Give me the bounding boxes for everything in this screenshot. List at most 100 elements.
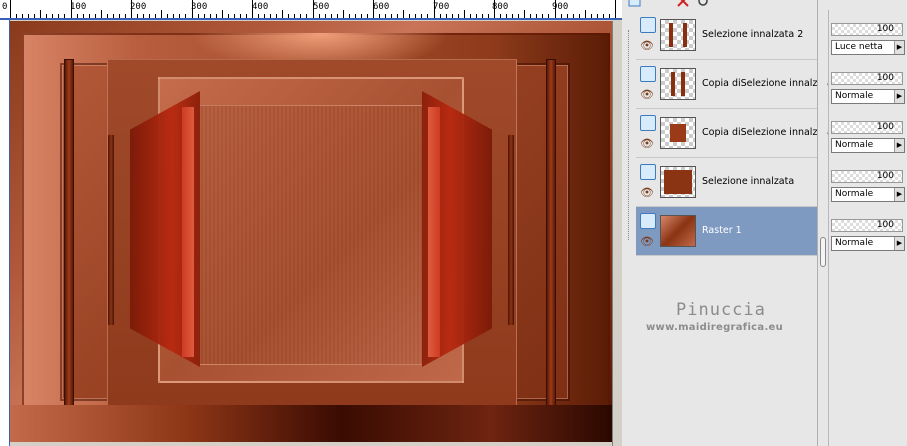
layer-thumbnail [660, 215, 696, 247]
layer-stack-icon [640, 164, 656, 180]
ruler-tick [415, 14, 417, 18]
watermark-name: Pinuccia [676, 300, 766, 320]
ruler-tick [203, 14, 205, 18]
ruler-label: 0 [2, 2, 8, 12]
ruler-tick [282, 10, 284, 18]
ruler-tick [360, 14, 362, 18]
layer-row[interactable]: 👁 Copia diSelezione innalzata [636, 60, 833, 109]
opacity-slider[interactable]: 100 [831, 219, 903, 232]
layer-thumbnail [660, 117, 696, 149]
blend-mode-select[interactable]: Normale ▶ [831, 236, 905, 251]
ruler-tick [106, 14, 108, 18]
ruler-tick [112, 14, 114, 18]
ruler-tick [433, 0, 435, 18]
new-layer-icon[interactable] [628, 0, 642, 8]
opacity-value: 100 [876, 73, 894, 83]
horizontal-ruler: 0 100 200 300 400 500 600 700 800 900 [0, 0, 622, 20]
canvas-scrollbar[interactable] [612, 21, 622, 446]
ruler-tick [590, 14, 592, 18]
right-side-bar [546, 59, 556, 407]
blend-mode-select[interactable]: Normale ▶ [831, 89, 905, 104]
ruler-tick [294, 14, 296, 18]
ruler-tick [118, 14, 120, 18]
layers-scroll-thumb[interactable] [820, 237, 826, 267]
ruler-label: 500 [313, 2, 330, 12]
ruler-tick [403, 10, 405, 18]
center-inner-panel [198, 105, 424, 365]
ruler-tick [475, 14, 477, 18]
blend-mode-label: Normale [835, 238, 874, 248]
ruler-tick [227, 14, 229, 18]
layer-name: Copia diSelezione innalzata [702, 127, 833, 138]
delete-layer-icon[interactable] [676, 0, 690, 8]
ruler-tick [10, 0, 11, 18]
eye-icon[interactable]: 👁 [640, 39, 654, 52]
ruler-tick [427, 14, 429, 18]
opacity-value: 100 [876, 24, 894, 34]
ruler-tick [530, 14, 532, 18]
ruler-tick [209, 14, 211, 18]
layer-props: 100 Normale ▶ [831, 119, 907, 168]
ruler-label: 700 [433, 2, 450, 12]
image-canvas[interactable] [10, 21, 612, 442]
layer-stack-icon [640, 115, 656, 131]
opacity-slider[interactable]: 100 [831, 121, 903, 134]
triangle-right-icon: ▶ [894, 139, 904, 152]
eye-icon[interactable]: 👁 [640, 235, 654, 248]
ruler-tick [252, 0, 253, 18]
ruler-tick [481, 14, 483, 18]
ruler-label: 600 [373, 2, 390, 12]
layer-props: 100 Luce netta ▶ [831, 21, 907, 70]
blend-mode-select[interactable]: Normale ▶ [831, 187, 905, 202]
ruler-tick [34, 14, 36, 18]
eye-icon[interactable]: 👁 [640, 186, 654, 199]
opacity-slider[interactable]: 100 [831, 23, 903, 36]
layer-name: Selezione innalzata [702, 176, 795, 187]
opacity-slider[interactable]: 100 [831, 72, 903, 85]
ruler-tick [312, 0, 314, 18]
ruler-label: 100 [70, 2, 87, 12]
ruler-tick [197, 14, 199, 18]
layers-scrollbar[interactable] [817, 0, 827, 446]
layer-row[interactable]: 👁 Copia diSelezione innalzata [636, 109, 833, 158]
ruler-tick [173, 14, 175, 18]
ruler-tick [391, 14, 393, 18]
layer-row-selected[interactable]: 👁 Raster 1 [636, 207, 820, 256]
ruler-tick [70, 0, 72, 18]
eye-icon[interactable]: 👁 [640, 88, 654, 101]
ruler-label: 400 [252, 2, 269, 12]
ruler-tick [421, 14, 423, 18]
ruler-tick [602, 14, 604, 18]
blend-mode-select[interactable]: Luce netta ▶ [831, 40, 905, 55]
ruler-tick [469, 14, 471, 18]
left-thin-bar [108, 135, 114, 325]
ruler-label: 300 [191, 2, 208, 12]
blend-mode-label: Normale [835, 91, 874, 101]
triangle-right-icon: ▶ [894, 188, 904, 201]
canvas-area[interactable]: 0 100 200 300 400 500 600 700 800 900 [0, 0, 622, 446]
layer-row[interactable]: 👁 Selezione innalzata 2 [636, 11, 820, 60]
blend-mode-label: Normale [835, 189, 874, 199]
blend-mode-select[interactable]: Normale ▶ [831, 138, 905, 153]
layer-props: 100 Normale ▶ [831, 217, 907, 266]
ruler-tick [88, 14, 90, 18]
right-thin-bar [508, 135, 514, 325]
ruler-tick [379, 14, 381, 18]
layer-row[interactable]: 👁 Selezione innalzata [636, 158, 820, 207]
ruler-tick [373, 0, 374, 18]
eye-icon[interactable]: 👁 [640, 137, 654, 150]
ruler-tick [40, 10, 42, 18]
ruler-tick [185, 14, 187, 18]
ruler-tick [385, 14, 387, 18]
triangle-right-icon: ▶ [894, 41, 904, 54]
left-side-bar [64, 59, 74, 407]
ruler-tick [518, 14, 520, 18]
ruler-tick [167, 14, 169, 18]
opacity-slider[interactable]: 100 [831, 170, 903, 183]
ruler-tick [572, 14, 574, 18]
ruler-tick [512, 14, 514, 18]
layer-props: 100 Normale ▶ [831, 70, 907, 119]
ruler-tick [221, 10, 223, 18]
properties-icon[interactable] [696, 0, 710, 8]
ruler-tick [439, 14, 441, 18]
